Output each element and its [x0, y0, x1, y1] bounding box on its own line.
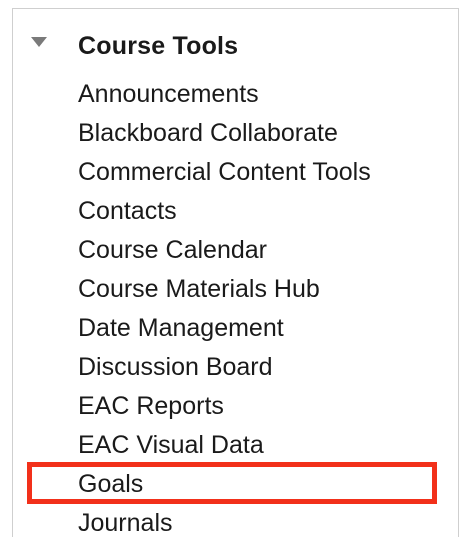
section-title[interactable]: Course Tools	[78, 32, 238, 61]
tool-link-contacts[interactable]: Contacts	[78, 192, 177, 231]
tool-link-discussion-board[interactable]: Discussion Board	[78, 348, 273, 387]
tool-link-eac-visual-data[interactable]: EAC Visual Data	[78, 426, 264, 465]
tool-link-course-materials-hub[interactable]: Course Materials Hub	[78, 270, 320, 309]
tool-link-blackboard-collaborate[interactable]: Blackboard Collaborate	[78, 114, 338, 153]
tool-link-date-management[interactable]: Date Management	[78, 309, 284, 348]
course-tools-header[interactable]: Course Tools	[13, 9, 458, 81]
tool-link-eac-reports[interactable]: EAC Reports	[78, 387, 224, 426]
caret-down-icon[interactable]	[31, 37, 47, 47]
tool-link-commercial-content-tools[interactable]: Commercial Content Tools	[78, 153, 371, 192]
tool-link-journals[interactable]: Journals	[78, 504, 173, 537]
highlight-box-goals	[27, 462, 437, 504]
tool-link-course-calendar[interactable]: Course Calendar	[78, 231, 267, 270]
course-tools-panel: Course Tools Announcements Blackboard Co…	[12, 8, 459, 537]
tool-link-announcements[interactable]: Announcements	[78, 75, 259, 114]
